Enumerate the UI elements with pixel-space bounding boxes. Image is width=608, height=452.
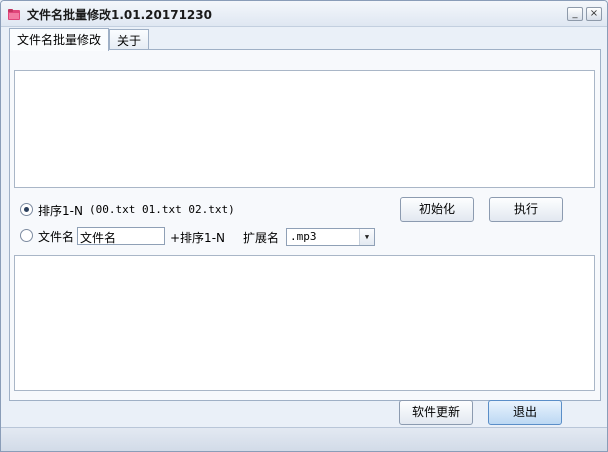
status-strip xyxy=(1,427,607,451)
extension-select[interactable]: .mp3 ▼ xyxy=(286,228,375,246)
filename-input[interactable]: 文件名 xyxy=(77,227,165,245)
tab-rename[interactable]: 文件名批量修改 xyxy=(9,28,110,51)
file-list-area[interactable] xyxy=(14,70,595,188)
window-title: 文件名批量修改1.01.20171230 xyxy=(27,8,212,22)
tab-bar: 文件名批量修改 关于 xyxy=(9,28,603,51)
minimize-button[interactable]: _ xyxy=(567,7,583,21)
close-button[interactable]: × xyxy=(586,7,602,21)
tab-about[interactable]: 关于 xyxy=(109,29,150,50)
sequence-example: (00.txt 01.txt 02.txt) xyxy=(89,203,235,216)
title-bar[interactable]: 文件名批量修改1.01.20171230 _ × xyxy=(1,1,607,27)
filename-suffix: +排序1-N xyxy=(170,231,225,245)
init-button[interactable]: 初始化 xyxy=(400,197,474,222)
exit-button[interactable]: 退出 xyxy=(488,400,562,425)
main-panel: 排序1-N (00.txt 01.txt 02.txt) 初始化 执行 文件名 … xyxy=(9,49,601,401)
chevron-down-icon[interactable]: ▼ xyxy=(359,229,374,245)
execute-button[interactable]: 执行 xyxy=(489,197,563,222)
radio-selected-dot xyxy=(24,207,29,212)
extension-label: 扩展名 xyxy=(243,231,280,245)
filename-radio[interactable] xyxy=(20,229,33,242)
sequence-label: 排序1-N xyxy=(38,204,83,218)
update-button[interactable]: 软件更新 xyxy=(399,400,473,425)
extension-selected-value: .mp3 xyxy=(290,230,317,243)
folder-icon xyxy=(8,9,20,20)
log-area[interactable] xyxy=(14,255,595,391)
filename-label: 文件名 xyxy=(38,230,75,244)
app-window: 文件名批量修改1.01.20171230 _ × 文件名批量修改 关于 排序1-… xyxy=(0,0,608,452)
sequence-radio[interactable] xyxy=(20,203,33,216)
